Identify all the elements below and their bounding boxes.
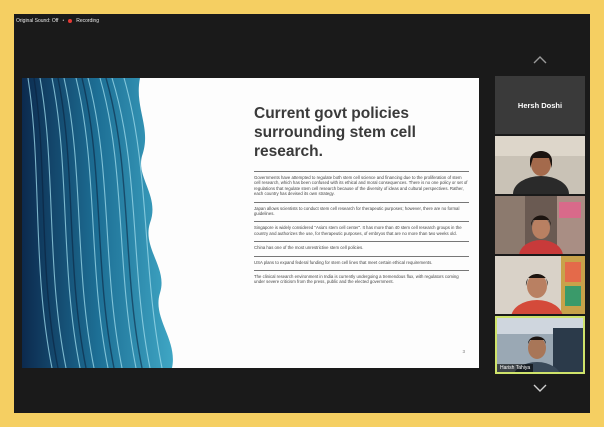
participant-video-feed: [495, 136, 585, 194]
participant-tile-hersh[interactable]: Hersh Doshi: [495, 76, 585, 134]
participant-tile-video[interactable]: [495, 256, 585, 314]
slide-bullet-4: China has one of the most unrestrictive …: [254, 241, 469, 255]
participant-video-feed: [495, 256, 585, 314]
slide-bullet-1: Governments have attempted to regulate b…: [254, 171, 469, 202]
chevron-up-icon[interactable]: [495, 52, 585, 68]
slide-title: Current govt policies surrounding stem c…: [254, 105, 416, 160]
meeting-status-bar: Original Sound: Off • Recording: [16, 14, 99, 28]
shared-screen-slide: Current govt policies surrounding stem c…: [22, 78, 479, 368]
recording-label: Recording: [76, 18, 99, 24]
slide-bullet-2: Japan allows scientists to conduct stem …: [254, 201, 469, 222]
participant-tile-harish[interactable]: Harish Tahiya: [495, 316, 585, 374]
participant-name: Hersh Doshi: [517, 100, 563, 110]
participant-video-feed: [495, 196, 585, 254]
participant-strip: Hersh Doshi Harish Tahiya: [495, 50, 585, 400]
slide-bullet-6: The clinical research environment in Ind…: [254, 270, 469, 290]
slide-wave-art: [22, 78, 173, 368]
slide-page-number: 3: [462, 349, 465, 354]
original-sound-toggle[interactable]: Original Sound: Off: [16, 18, 58, 24]
chevron-down-icon[interactable]: [495, 380, 585, 396]
slide-text-panel: Current govt policies surrounding stem c…: [254, 104, 469, 290]
participant-name: Harish Tahiya: [497, 364, 534, 372]
participant-tile-video[interactable]: [495, 136, 585, 194]
slide-bullet-5: USA plans to expand federal funding for …: [254, 255, 469, 270]
slide-bullet-3: Singapore is widely considered "Asia's s…: [254, 221, 469, 241]
status-separator: •: [62, 18, 65, 24]
participant-tile-video[interactable]: [495, 196, 585, 254]
record-dot-icon: [68, 19, 73, 23]
